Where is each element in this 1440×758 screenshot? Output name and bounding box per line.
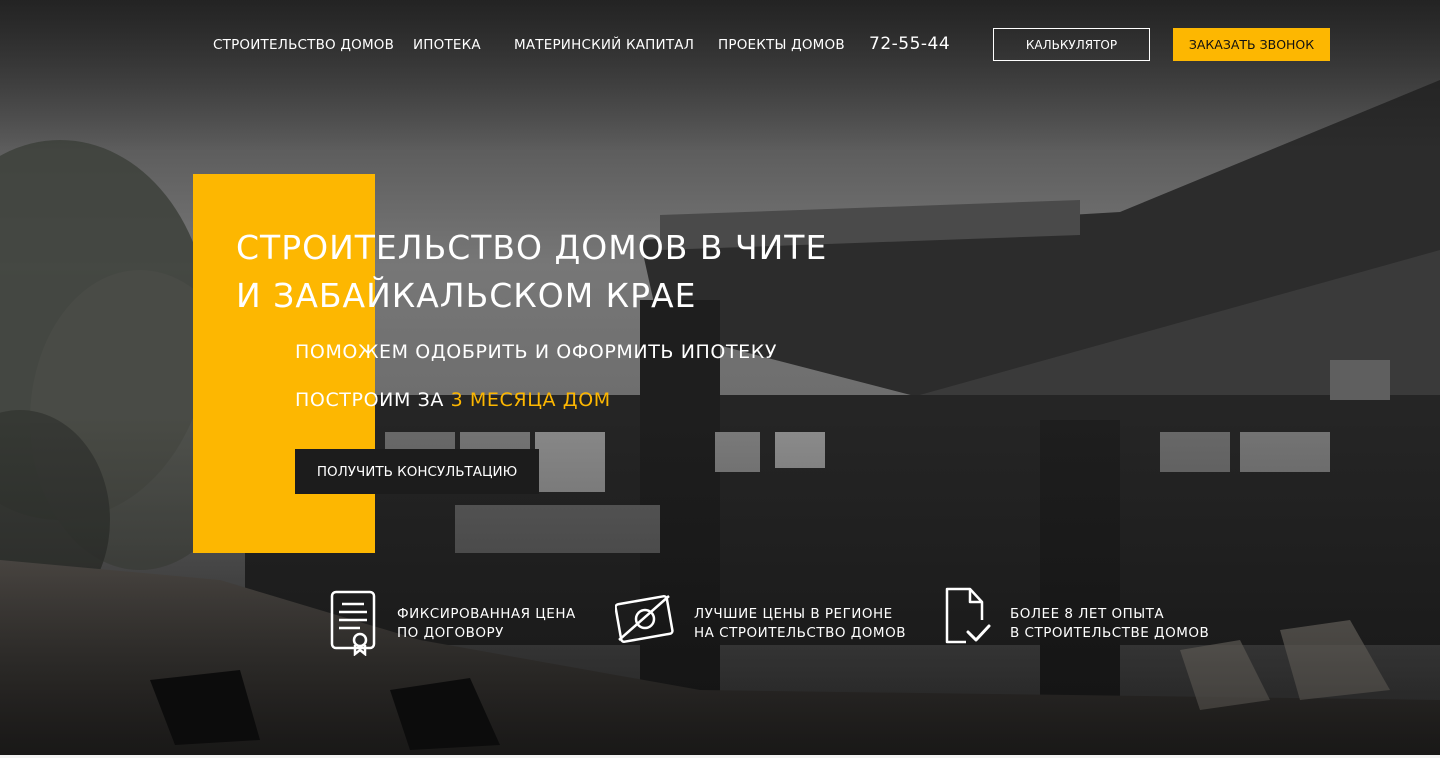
get-consultation-button[interactable]: ПОЛУЧИТЬ КОНСУЛЬТАЦИЮ xyxy=(295,449,539,494)
hero-title-line-1: СТРОИТЕЛЬСТВО ДОМОВ В ЧИТЕ xyxy=(236,228,828,267)
hero-title: СТРОИТЕЛЬСТВО ДОМОВ В ЧИТЕ И ЗАБАЙКАЛЬСК… xyxy=(236,224,936,320)
feature-experience-line-2: В СТРОИТЕЛЬСТВЕ ДОМОВ xyxy=(1010,625,1210,641)
feature-experience: БОЛЕЕ 8 ЛЕТ ОПЫТА В СТРОИТЕЛЬСТВЕ ДОМОВ xyxy=(1010,605,1209,643)
no-money-icon xyxy=(615,594,674,644)
feature-experience-line-1: БОЛЕЕ 8 ЛЕТ ОПЫТА xyxy=(1010,606,1165,622)
calculator-button[interactable]: КАЛЬКУЛЯТОР xyxy=(993,28,1150,61)
feature-best-prices-line-2: НА СТРОИТЕЛЬСТВО ДОМОВ xyxy=(694,625,906,641)
feature-best-prices-line-1: ЛУЧШИЕ ЦЕНЫ В РЕГИОНЕ xyxy=(694,606,893,622)
certificate-document-icon xyxy=(330,590,376,656)
hero-subtitle-mortgage: ПОМОЖЕМ ОДОБРИТЬ И ОФОРМИТЬ ИПОТЕКУ xyxy=(295,341,778,363)
nav-link-mortgage[interactable]: ИПОТЕКА xyxy=(413,37,481,53)
document-check-icon xyxy=(945,587,991,644)
nav-link-maternity-capital[interactable]: МАТЕРИНСКИЙ КАПИТАЛ xyxy=(514,37,694,53)
hero-title-line-2: И ЗАБАЙКАЛЬСКОМ КРАЕ xyxy=(236,276,697,315)
hero-subtitle-build-time: ПОСТРОИМ ЗА 3 МЕСЯЦА ДОМ xyxy=(295,389,611,411)
nav-link-house-projects[interactable]: ПРОЕКТЫ ДОМОВ xyxy=(718,37,845,53)
feature-fixed-price: ФИКСИРОВАННАЯ ЦЕНА ПО ДОГОВОРУ xyxy=(397,605,576,643)
nav-link-house-construction[interactable]: СТРОИТЕЛЬСТВО ДОМОВ xyxy=(213,37,394,53)
build-time-highlight: 3 МЕСЯЦА ДОМ xyxy=(450,389,611,411)
feature-fixed-price-line-2: ПО ДОГОВОРУ xyxy=(397,625,504,641)
feature-best-prices: ЛУЧШИЕ ЦЕНЫ В РЕГИОНЕ НА СТРОИТЕЛЬСТВО Д… xyxy=(694,605,906,643)
build-time-prefix: ПОСТРОИМ ЗА xyxy=(295,389,451,411)
phone-number[interactable]: 72-55-44 xyxy=(869,34,950,54)
feature-fixed-price-line-1: ФИКСИРОВАННАЯ ЦЕНА xyxy=(397,606,576,622)
order-callback-button[interactable]: ЗАКАЗАТЬ ЗВОНОК xyxy=(1173,28,1330,61)
